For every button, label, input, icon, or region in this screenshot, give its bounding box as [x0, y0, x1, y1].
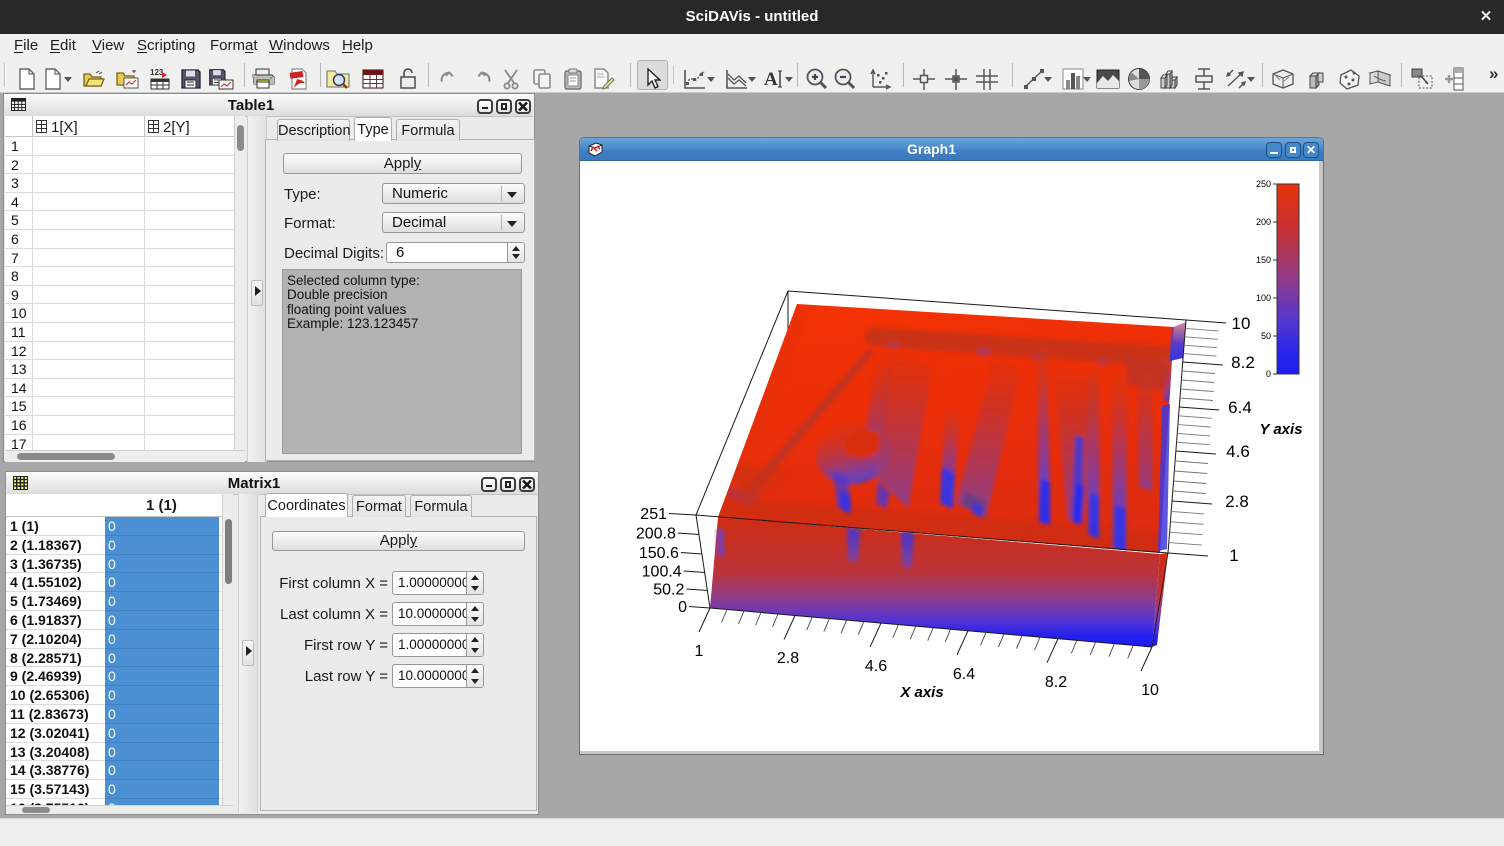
svg-text:1: 1: [695, 643, 704, 660]
svg-text:200: 200: [1256, 217, 1271, 227]
svg-text:251: 251: [640, 506, 667, 523]
svg-text:150: 150: [1256, 255, 1271, 265]
svg-text:A: A: [764, 69, 778, 90]
svg-text:100: 100: [1256, 293, 1271, 303]
svg-text:50: 50: [1261, 331, 1271, 341]
svg-text:100.4: 100.4: [642, 564, 682, 581]
svg-text:150.6: 150.6: [639, 545, 679, 562]
svg-text:X axis: X axis: [899, 684, 943, 701]
svg-text:10: 10: [1141, 682, 1159, 699]
svg-text:8.2: 8.2: [1045, 674, 1067, 691]
svg-text:0: 0: [1266, 369, 1271, 379]
svg-text:50.2: 50.2: [653, 582, 684, 599]
svg-text:1: 1: [1229, 546, 1238, 565]
svg-text:6.4: 6.4: [1228, 398, 1252, 417]
svg-text:4.6: 4.6: [865, 658, 887, 675]
svg-text:200.8: 200.8: [636, 526, 676, 543]
svg-text:2.8: 2.8: [1225, 492, 1249, 511]
svg-text:6.4: 6.4: [953, 666, 975, 683]
svg-text:0: 0: [678, 599, 687, 616]
svg-text:4.6: 4.6: [1226, 442, 1250, 461]
svg-text:2.8: 2.8: [777, 650, 799, 667]
svg-text:Y axis: Y axis: [1259, 421, 1302, 438]
svg-text:8.2: 8.2: [1231, 353, 1255, 372]
svg-text:250: 250: [1256, 179, 1271, 189]
svg-text:123: 123: [150, 68, 164, 77]
svg-text:10: 10: [1232, 314, 1251, 333]
